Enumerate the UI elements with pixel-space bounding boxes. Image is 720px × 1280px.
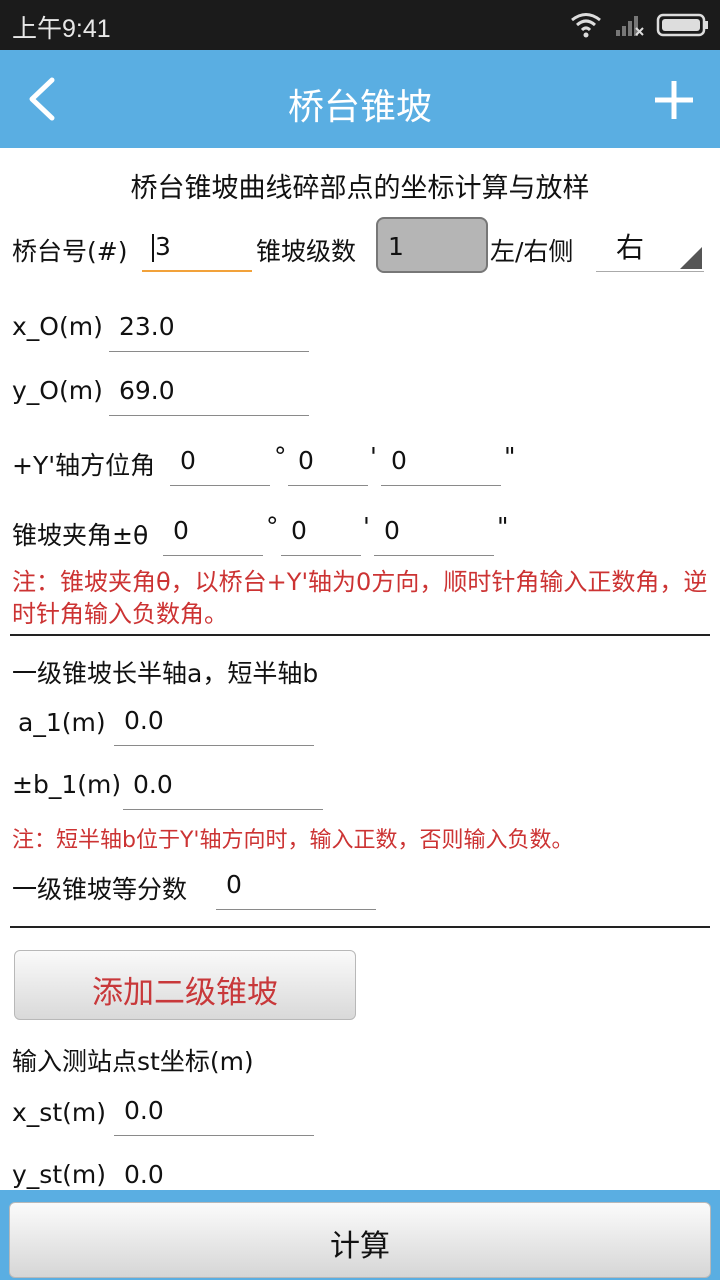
- azimuth-label: +Y'轴方位角: [12, 451, 156, 480]
- azimuth-sec-input[interactable]: 0: [381, 436, 501, 486]
- azimuth-sec-value: 0: [391, 446, 407, 475]
- divisions-input[interactable]: 0: [216, 860, 376, 910]
- axis-heading: 一级锥坡长半轴a，短半轴b: [12, 659, 319, 688]
- wifi-icon: [571, 13, 601, 38]
- second-symbol: ": [504, 442, 516, 471]
- x-o-value: 23.0: [119, 312, 175, 341]
- calculate-button[interactable]: 计算: [9, 1202, 711, 1278]
- divider: [10, 634, 710, 636]
- theta-sec-input[interactable]: 0: [374, 506, 494, 556]
- title-bar: 桥台锥坡: [0, 50, 720, 148]
- page-title: 桥台锥坡: [287, 87, 432, 128]
- a1-input[interactable]: 0.0: [114, 696, 314, 746]
- slope-level-label: 锥坡级数: [256, 237, 357, 266]
- azimuth-min-input[interactable]: 0: [288, 436, 368, 486]
- side-label: 左/右侧: [490, 237, 574, 266]
- y-st-value: 0.0: [124, 1160, 164, 1189]
- second-symbol: ": [497, 512, 509, 541]
- abutment-input[interactable]: 3: [142, 222, 252, 272]
- slope-level-value: 1: [388, 232, 404, 261]
- battery-icon: [656, 13, 708, 37]
- side-value: 右: [616, 231, 645, 264]
- theta-label: 锥坡夹角±θ: [12, 521, 149, 550]
- x-o-input[interactable]: 23.0: [109, 302, 309, 352]
- a1-label: a_1(m): [18, 708, 106, 737]
- abutment-value: 3: [155, 232, 171, 261]
- azimuth-deg-value: 0: [180, 446, 196, 475]
- status-time: 上午9:41: [12, 15, 111, 43]
- azimuth-min-value: 0: [298, 446, 314, 475]
- divisions-value: 0: [226, 870, 242, 899]
- b1-value: 0.0: [133, 770, 173, 799]
- theta-min-input[interactable]: 0: [281, 506, 361, 556]
- divider: [10, 926, 710, 928]
- y-o-label: y_O(m): [12, 376, 103, 405]
- slope-level-field: 1: [376, 217, 488, 273]
- y-o-value: 69.0: [119, 376, 175, 405]
- side-dropdown[interactable]: 右: [596, 220, 704, 272]
- text-cursor: [152, 234, 154, 262]
- minute-symbol: ': [370, 442, 377, 471]
- form-heading: 桥台锥坡曲线碎部点的坐标计算与放样: [130, 173, 590, 204]
- station-heading: 输入测站点st坐标(m): [12, 1047, 254, 1076]
- x-st-label: x_st(m): [12, 1098, 106, 1127]
- x-st-value: 0.0: [124, 1096, 164, 1125]
- b1-input[interactable]: 0.0: [123, 760, 323, 810]
- azimuth-deg-input[interactable]: 0: [170, 436, 270, 486]
- degree-symbol: °: [274, 442, 287, 471]
- theta-note: 注：锥坡夹角θ，以桥台+Y'轴为0方向，顺时针角输入正数角，逆时针角输入负数角。: [12, 568, 708, 628]
- x-st-input[interactable]: 0.0: [114, 1086, 314, 1136]
- status-icons: [570, 10, 710, 40]
- form-content[interactable]: 桥台锥坡曲线碎部点的坐标计算与放样 桥台号(#) 3 锥坡级数 1 左/右侧 右…: [0, 148, 720, 1190]
- signal-icon: [616, 16, 644, 36]
- add-level2-button[interactable]: 添加二级锥坡: [14, 950, 356, 1020]
- y-o-input[interactable]: 69.0: [109, 366, 309, 416]
- abutment-label: 桥台号(#): [12, 237, 128, 266]
- b1-label: ±b_1(m): [12, 770, 122, 799]
- status-bar: 上午9:41: [0, 0, 720, 50]
- bottom-bar: 计算: [0, 1190, 720, 1280]
- a1-value: 0.0: [124, 706, 164, 735]
- theta-deg-input[interactable]: 0: [163, 506, 263, 556]
- theta-deg-value: 0: [173, 516, 189, 545]
- minute-symbol: ': [363, 512, 370, 541]
- theta-sec-value: 0: [384, 516, 400, 545]
- theta-min-value: 0: [291, 516, 307, 545]
- degree-symbol: °: [266, 512, 279, 541]
- dropdown-triangle-icon: [680, 247, 702, 269]
- b-axis-note: 注：短半轴b位于Y'轴方向时，输入正数，否则输入负数。: [12, 828, 574, 853]
- divisions-label: 一级锥坡等分数: [12, 875, 188, 904]
- y-st-input[interactable]: 0.0: [114, 1150, 314, 1190]
- x-o-label: x_O(m): [12, 312, 103, 341]
- y-st-label: y_st(m): [12, 1160, 106, 1189]
- add-icon[interactable]: [654, 80, 694, 120]
